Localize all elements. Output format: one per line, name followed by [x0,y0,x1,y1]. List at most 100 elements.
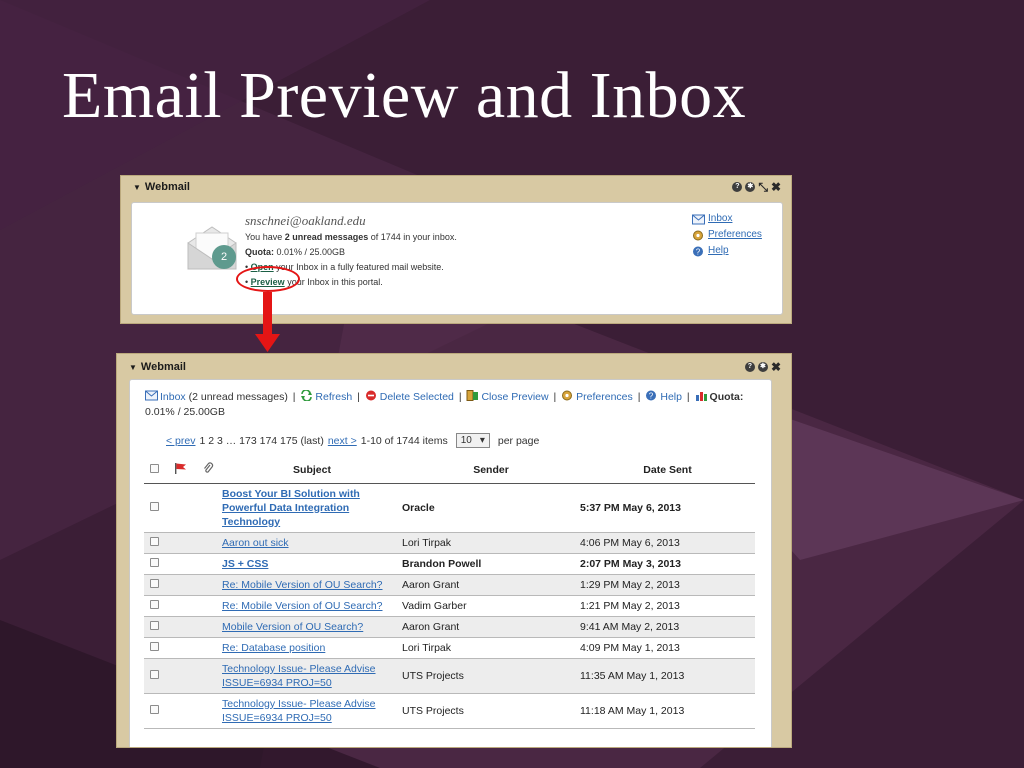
prev-page-link[interactable]: < prev [166,435,195,447]
subject-cell: Mobile Version of OU Search? [222,616,402,638]
panel-header: ▼ Webmail ? ✱ ✖ [117,354,791,380]
quota-value: 0.01% / 25.00GB [274,247,346,257]
row-select-cell [144,483,166,533]
row-checkbox[interactable] [150,599,159,609]
message-subject-link[interactable]: Re: Mobile Version of OU Search? [222,579,383,591]
attachment-cell [194,595,222,617]
message-subject-link[interactable]: Boost Your BI Solution with Powerful Dat… [222,488,360,528]
row-checkbox[interactable] [150,704,159,714]
attachment-header[interactable] [194,457,222,484]
next-page-link[interactable]: next > [328,435,357,447]
subject-cell: Technology Issue- Please Advise ISSUE=69… [222,658,402,694]
select-all-checkbox[interactable] [150,463,159,473]
flag-cell[interactable] [166,553,194,575]
message-subject-link[interactable]: Technology Issue- Please Advise ISSUE=69… [222,663,376,689]
flag-cell[interactable] [166,616,194,638]
table-row[interactable]: Aaron out sick Lori Tirpak 4:06 PM May 6, … [144,532,755,554]
minimize-icon[interactable]: ⤡ [758,181,768,193]
attachment-cell [194,574,222,596]
table-row[interactable]: Re: Mobile Version of OU Search? Aaron Gr… [144,574,755,596]
collapse-caret-icon[interactable]: ▼ [133,183,141,192]
settings-icon[interactable]: ✱ [757,362,768,372]
help-link[interactable]: ? Help [692,243,762,259]
attachment-cell [194,637,222,659]
user-email: snschnei@oakland.edu [245,213,366,228]
flag-cell[interactable] [166,658,194,694]
message-subject-link[interactable]: Technology Issue- Please Advise ISSUE=69… [222,698,376,724]
subject-cell: Boost Your BI Solution with Powerful Dat… [222,483,402,533]
collapse-caret-icon[interactable]: ▼ [129,363,137,372]
row-checkbox[interactable] [150,620,159,630]
row-checkbox[interactable] [150,557,159,567]
page-numbers[interactable]: 1 2 3 … 173 174 175 (last) [199,435,323,447]
sender-column-header[interactable]: Sender [402,457,580,484]
table-row[interactable]: JS + CSS Brandon Powell 2:07 PM May 3, 201… [144,553,755,575]
date-column-header[interactable]: Date Sent [580,457,755,484]
panel-header: ▼ Webmail ? ✱ ⤡ ✖ [121,176,791,198]
attachment-cell [194,693,222,729]
per-page-select[interactable]: 10 ▾ [455,433,490,448]
help-icon[interactable]: ? [732,182,743,192]
settings-icon[interactable]: ✱ [745,182,756,192]
table-row[interactable]: Technology Issue- Please Advise ISSUE=69… [144,658,755,694]
sender-cell: UTS Projects [402,693,580,729]
table-row[interactable]: Boost Your BI Solution with Powerful Dat… [144,483,755,533]
sender-cell: Aaron Grant [402,616,580,638]
message-subject-link[interactable]: Re: Mobile Version of OU Search? [222,600,383,612]
inbox-link[interactable]: Inbox [692,211,762,227]
close-icon[interactable]: ✖ [771,181,781,193]
date-cell: 1:21 PM May 2, 2013 [580,595,755,617]
sender-cell: Aaron Grant [402,574,580,596]
flag-cell[interactable] [166,483,194,533]
help-icon[interactable]: ? [744,362,755,372]
flag-header[interactable] [166,457,194,484]
message-subject-link[interactable]: Re: Database position [222,642,325,654]
table-row[interactable]: Mobile Version of OU Search? Aaron Grant 9… [144,616,755,638]
gear-icon [693,230,703,240]
delete-selected-button[interactable]: Delete Selected [380,391,454,403]
date-cell: 1:29 PM May 2, 2013 [580,574,755,596]
preferences-link[interactable]: Preferences [692,227,762,243]
quota-chart-icon [695,392,707,401]
close-preview-button[interactable]: Close Preview [481,391,548,403]
date-cell: 11:35 AM May 1, 2013 [580,658,755,694]
sender-cell: Oracle [402,483,580,533]
flag-cell[interactable] [166,637,194,659]
row-checkbox[interactable] [150,536,159,546]
attachment-cell [194,532,222,554]
message-subject-link[interactable]: JS + CSS [222,558,268,570]
unread-count-badge: 2 [212,245,236,269]
unread-suffix: of 1744 in your inbox. [368,232,457,242]
flag-cell[interactable] [166,574,194,596]
sender-cell: Lori Tirpak [402,637,580,659]
webmail-summary-panel: ▼ Webmail ? ✱ ⤡ ✖ 2 snschnei@oakland.edu … [120,175,792,324]
close-icon[interactable]: ✖ [771,361,781,373]
sender-cell: UTS Projects [402,658,580,694]
refresh-button[interactable]: Refresh [315,391,352,403]
inbox-link[interactable]: Inbox [160,391,186,403]
unread-count: 2 unread messages [284,232,369,242]
table-row[interactable]: Re: Database position Lori Tirpak 4:09 PM … [144,637,755,659]
message-subject-link[interactable]: Aaron out sick [222,537,289,549]
select-all-header[interactable] [144,457,166,484]
subject-column-header[interactable]: Subject [222,457,402,484]
row-checkbox[interactable] [150,669,159,679]
flag-cell[interactable] [166,595,194,617]
help-button[interactable]: Help [660,391,682,403]
flag-cell[interactable] [166,532,194,554]
unread-messages-text: (2 unread messages) [185,391,291,403]
table-row[interactable]: Re: Mobile Version of OU Search? Vadim Ga… [144,595,755,617]
subject-cell: Aaron out sick [222,532,402,554]
message-subject-link[interactable]: Mobile Version of OU Search? [222,621,363,633]
date-cell: 11:18 AM May 1, 2013 [580,693,755,729]
preferences-button[interactable]: Preferences [576,391,633,403]
row-checkbox[interactable] [150,578,159,588]
table-row[interactable]: Technology Issue- Please Advise ISSUE=69… [144,693,755,729]
quota-label: Quota: [245,247,274,257]
row-checkbox[interactable] [150,501,159,511]
row-checkbox[interactable] [150,641,159,651]
subject-cell: Re: Mobile Version of OU Search? [222,595,402,617]
preferences-link-label: Preferences [708,229,762,240]
flag-cell[interactable] [166,693,194,729]
separator: | [553,391,557,403]
